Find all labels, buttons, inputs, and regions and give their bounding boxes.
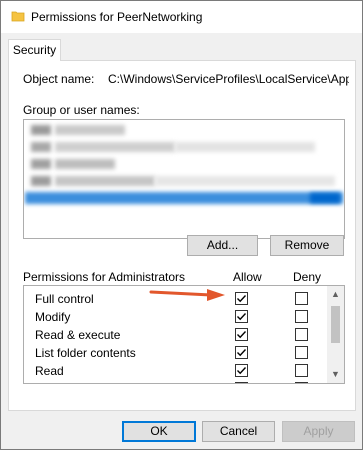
allow-column-header: Allow — [233, 270, 262, 284]
scroll-thumb[interactable] — [331, 306, 340, 343]
tab-security[interactable]: Security — [8, 39, 61, 61]
group-row[interactable] — [25, 139, 343, 156]
deny-checkbox[interactable] — [295, 346, 308, 359]
deny-checkbox[interactable] — [295, 328, 308, 341]
permission-row: Read & execute — [24, 325, 326, 343]
deny-checkbox[interactable] — [295, 292, 308, 305]
allow-checkbox[interactable] — [235, 382, 248, 383]
permission-row: Read — [24, 361, 326, 379]
allow-checkbox[interactable] — [235, 310, 248, 323]
deny-column-header: Deny — [293, 270, 322, 284]
apply-button[interactable]: Apply — [282, 421, 355, 442]
window-title: Permissions for PeerNetworking — [31, 10, 203, 24]
object-name-label: Object name: — [23, 72, 95, 86]
permission-name: Full control — [35, 292, 94, 306]
group-row[interactable] — [25, 122, 343, 139]
folder-icon — [11, 9, 25, 23]
permission-name: Read & execute — [35, 328, 121, 342]
permission-name: Read — [35, 364, 64, 378]
group-row[interactable] — [25, 173, 343, 190]
permissions-scrollbar[interactable]: ▲ ▼ — [327, 286, 344, 383]
permission-row — [24, 379, 326, 383]
ok-button[interactable]: OK — [122, 421, 196, 442]
permissions-header: Permissions for Administrators — [23, 270, 186, 284]
annotation-arrow-icon — [149, 289, 225, 301]
permission-row: Modify — [24, 307, 326, 325]
group-row[interactable] — [25, 156, 343, 173]
permission-row: List folder contents — [24, 343, 326, 361]
allow-checkbox[interactable] — [235, 364, 248, 377]
add-button[interactable]: Add... — [187, 235, 258, 256]
scroll-up-icon[interactable]: ▲ — [327, 286, 344, 303]
deny-checkbox[interactable] — [295, 382, 308, 383]
group-names-label: Group or user names: — [23, 103, 140, 117]
security-panel: Object name: C:\Windows\ServiceProfiles\… — [8, 60, 356, 411]
allow-checkbox[interactable] — [235, 292, 248, 305]
deny-checkbox[interactable] — [295, 364, 308, 377]
allow-checkbox[interactable] — [235, 328, 248, 341]
permissions-dialog: Permissions for PeerNetworking Security … — [0, 0, 363, 450]
object-name-value: C:\Windows\ServiceProfiles\LocalService\… — [108, 72, 349, 86]
scroll-down-icon[interactable]: ▼ — [327, 366, 344, 383]
title-bar[interactable]: Permissions for PeerNetworking — [1, 1, 362, 33]
permission-name: List folder contents — [35, 346, 136, 360]
group-row-selected[interactable] — [25, 190, 343, 207]
group-list[interactable] — [23, 119, 345, 239]
deny-checkbox[interactable] — [295, 310, 308, 323]
remove-button[interactable]: Remove — [270, 235, 344, 256]
cancel-button[interactable]: Cancel — [202, 421, 275, 442]
permission-name: Modify — [35, 310, 71, 324]
allow-checkbox[interactable] — [235, 346, 248, 359]
